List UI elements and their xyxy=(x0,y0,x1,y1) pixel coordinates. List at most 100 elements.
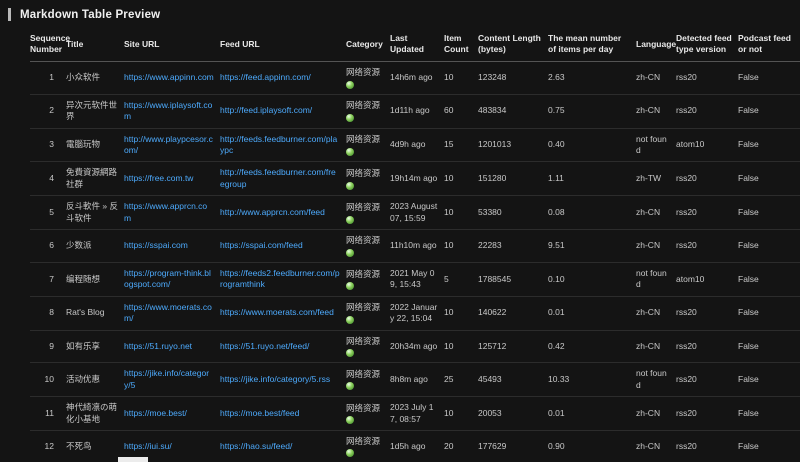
podcast-flag-text: False xyxy=(738,374,759,384)
site-url-link[interactable]: http://www.playpcesor.com/ xyxy=(124,134,213,155)
content-length-text: 1788545 xyxy=(478,274,511,284)
item-count-cell: 10 xyxy=(444,330,478,362)
feed-url-link[interactable]: https://feed.appinn.com/ xyxy=(220,72,311,82)
podcast-flag-text: False xyxy=(738,139,759,149)
feed-url-link[interactable]: https://jike.info/category/5.rss xyxy=(220,374,330,384)
feed-url-cell: http://www.apprcn.com/feed xyxy=(220,196,346,230)
site-url-cell: https://www.iplaysoft.com xyxy=(124,94,220,128)
table-row: 3 電腦玩物 http://www.playpcesor.com/http://fe… xyxy=(30,128,800,162)
last-updated-cell: 20h34m ago xyxy=(390,330,444,362)
site-url-link[interactable]: https://program-think.blogspot.com/ xyxy=(124,268,211,289)
feed-title-cell: 電腦玩物 xyxy=(66,128,124,162)
language-text: zh-CN xyxy=(636,72,660,82)
column-header-last-updated: Last Updated xyxy=(390,28,444,62)
site-url-link[interactable]: https://sspai.com xyxy=(124,240,188,250)
feed-url-link[interactable]: https://www.moerats.com/feed xyxy=(220,307,334,317)
site-url-link[interactable]: https://www.iplaysoft.com xyxy=(124,100,212,121)
site-url-cell: https://www.moerats.com/ xyxy=(124,296,220,330)
mean-items-per-day-text: 0.08 xyxy=(548,207,565,217)
feed-url-cell: https://www.moerats.com/feed xyxy=(220,296,346,330)
feed-type-version-cell: rss20 xyxy=(676,363,738,397)
site-url-link[interactable]: https://jike.info/category/5 xyxy=(124,368,209,389)
last-updated-cell: 8h8m ago xyxy=(390,363,444,397)
site-url-link[interactable]: https://www.moerats.com/ xyxy=(124,302,212,323)
mean-items-per-day-text: 10.33 xyxy=(548,374,569,384)
feed-type-version-cell: rss20 xyxy=(676,230,738,262)
content-length-cell: 125712 xyxy=(478,330,548,362)
site-url-link[interactable]: https://www.apprcn.com xyxy=(124,201,207,222)
last-updated-text: 20h34m ago xyxy=(390,341,437,351)
last-updated-cell: 2021 May 09, 15:43 xyxy=(390,262,444,296)
mean-items-per-day-cell: 0.90 xyxy=(548,431,636,462)
content-length-text: 177629 xyxy=(478,441,506,451)
table-row: 4免費資源網路社群https://free.com.twhttp://feeds… xyxy=(30,162,800,196)
item-count-text: 10 xyxy=(444,408,453,418)
table-row: 11神代綺凛の萌化小基地https://moe.best/https://moe… xyxy=(30,397,800,431)
podcast-flag-cell: False xyxy=(738,62,800,94)
category-cell: 网络资源 xyxy=(346,363,390,397)
last-updated-cell: 2022 January 22, 15:04 xyxy=(390,296,444,330)
item-count-cell: 15 xyxy=(444,128,478,162)
feed-type-version-cell: rss20 xyxy=(676,397,738,431)
feed-url-link[interactable]: https://feeds2.feedburner.com/programthi… xyxy=(220,268,340,289)
content-length-text: 45493 xyxy=(478,374,502,384)
podcast-flag-text: False xyxy=(738,72,759,82)
category-cell: 网络资源 xyxy=(346,431,390,462)
language-cell: not found xyxy=(636,128,676,162)
green-circle-emoji xyxy=(346,349,354,357)
feed-title-text: 電腦玩物 xyxy=(66,139,100,149)
last-updated-cell: 11h10m ago xyxy=(390,230,444,262)
feed-title-cell: Rat's Blog xyxy=(66,296,124,330)
green-circle-emoji xyxy=(346,449,354,457)
site-url-link[interactable]: https://moe.best/ xyxy=(124,408,187,418)
page-title: Markdown Table Preview xyxy=(20,9,160,21)
feed-url-link[interactable]: http://feed.iplaysoft.com/ xyxy=(220,105,312,115)
last-updated-cell: 14h6m ago xyxy=(390,62,444,94)
mean-items-per-day-cell: 0.10 xyxy=(548,262,636,296)
green-circle-emoji xyxy=(346,148,354,156)
mean-items-per-day-text: 0.40 xyxy=(548,139,565,149)
last-updated-text: 4d9h ago xyxy=(390,139,425,149)
site-url-cell: https://free.com.tw xyxy=(124,162,220,196)
podcast-flag-cell: False xyxy=(738,363,800,397)
feed-title-text: 活动优惠 xyxy=(66,374,100,384)
feed-url-link[interactable]: http://feeds.feedburner.com/playpc xyxy=(220,134,337,155)
column-header-podcast-flag: Podcast feed or not xyxy=(738,28,800,62)
mean-items-per-day-cell: 10.33 xyxy=(548,363,636,397)
last-updated-cell: 19h14m ago xyxy=(390,162,444,196)
category-text: 网络资源 xyxy=(346,336,384,347)
feed-title-text: 异次元软件世界 xyxy=(66,100,117,121)
category-text: 网络资源 xyxy=(346,67,384,78)
feed-title-text: Rat's Blog xyxy=(66,307,104,317)
green-circle-emoji xyxy=(346,249,354,257)
feed-title-cell: 异次元软件世界 xyxy=(66,94,124,128)
feed-url-link[interactable]: http://feeds.feedburner.com/freegroup xyxy=(220,167,336,188)
column-header-sequence-number: Sequence Number xyxy=(30,28,66,62)
feed-url-link[interactable]: https://hao.su/feed/ xyxy=(220,441,292,451)
language-cell: zh-TW xyxy=(636,162,676,196)
sequence-number-text: 12 xyxy=(45,441,54,451)
last-updated-cell: 1d11h ago xyxy=(390,94,444,128)
feed-url-link[interactable]: https://sspai.com/feed xyxy=(220,240,303,250)
sequence-number-cell: 6 xyxy=(30,230,66,262)
category-cell: 网络资源 xyxy=(346,230,390,262)
site-url-link[interactable]: https://free.com.tw xyxy=(124,173,193,183)
feed-url-cell: https://feeds2.feedburner.com/programthi… xyxy=(220,262,346,296)
feed-url-link[interactable]: https://moe.best/feed xyxy=(220,408,299,418)
column-header-feed-url: Feed URL xyxy=(220,28,346,62)
site-url-link[interactable]: https://www.appinn.com xyxy=(124,72,214,82)
site-url-link[interactable]: https://iui.su/ xyxy=(124,441,172,451)
podcast-flag-text: False xyxy=(738,307,759,317)
feed-url-link[interactable]: https://51.ruyo.net/feed/ xyxy=(220,341,309,351)
language-cell: not found xyxy=(636,363,676,397)
category-cell: 网络资源 xyxy=(346,94,390,128)
site-url-link[interactable]: https://51.ruyo.net xyxy=(124,341,192,351)
category-cell: 网络资源 xyxy=(346,397,390,431)
feed-title-cell: 免費資源網路社群 xyxy=(66,162,124,196)
sequence-number-text: 3 xyxy=(49,139,54,149)
content-length-cell: 151280 xyxy=(478,162,548,196)
item-count-text: 10 xyxy=(444,207,453,217)
feed-url-link[interactable]: http://www.apprcn.com/feed xyxy=(220,207,325,217)
feed-title-cell: 小众软件 xyxy=(66,62,124,94)
horizontal-scrollbar-thumb[interactable] xyxy=(118,457,148,462)
